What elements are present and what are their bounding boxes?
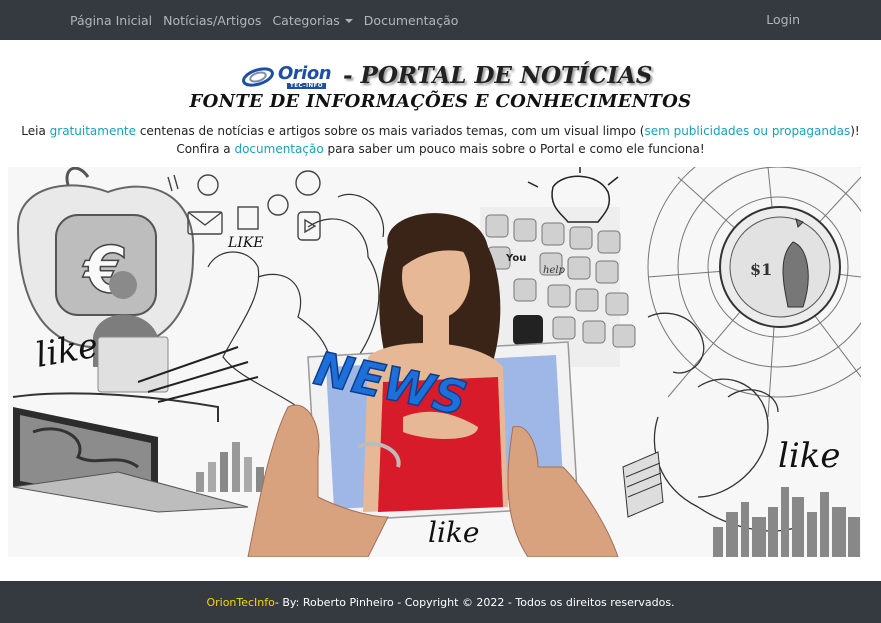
page-subtitle: FONTE DE INFORMAÇÕES E CONHECIMENTOS — [189, 91, 692, 112]
footer-brand: OrionTecInfo — [206, 595, 275, 609]
hero-banner-image: € You help $1 NEWS like LIKE like like — [8, 167, 861, 557]
top-navbar: Página Inicial Notícias/Artigos Categori… — [0, 0, 881, 40]
nav-home-link[interactable]: Página Inicial — [70, 13, 152, 28]
orion-swoosh-icon — [242, 67, 274, 87]
nav-docs-link[interactable]: Documentação — [364, 13, 459, 28]
intro-text: para saber um pouco mais sobre o Portal … — [323, 142, 705, 156]
intro-text: Leia — [21, 124, 50, 138]
banner-illustration: € You help $1 NEWS like LIKE like like — [8, 167, 861, 557]
intro-text: centenas de notícias e artigos sobre os … — [136, 124, 645, 138]
like-text: like — [428, 516, 479, 549]
intro-line-1: Leia gratuitamente centenas de notícias … — [0, 122, 881, 140]
docs-inline-link[interactable]: documentação — [234, 142, 323, 156]
caret-down-icon — [344, 19, 353, 23]
dollar-coin: $1 — [719, 206, 841, 328]
nav-categories-label: Categorias — [272, 12, 340, 28]
nav-news-link[interactable]: Notícias/Artigos — [163, 13, 261, 28]
logo-subtext: TEC-INFO — [287, 83, 327, 89]
nav-categories-dropdown[interactable]: Categorias — [272, 12, 353, 28]
footer-copyright: - By: Roberto Pinheiro - Copyright © 202… — [274, 595, 675, 609]
intro-line-2: Confira a documentação para saber um pou… — [0, 140, 881, 158]
no-ads-link[interactable]: sem publicidades ou propagandas — [644, 124, 850, 138]
page-title: - PORTAL DE NOTÍCIAS — [343, 62, 653, 89]
intro-text: Confira a — [176, 142, 235, 156]
intro-text: )! — [850, 124, 860, 138]
like-text: like — [778, 436, 840, 476]
svg-text:help: help — [543, 265, 566, 276]
logo-wordmark: Orion — [278, 63, 332, 84]
page-footer: OrionTecInfo - By: Roberto Pinheiro - Co… — [0, 581, 881, 623]
login-link[interactable]: Login — [766, 12, 800, 27]
like-text: LIKE — [227, 235, 264, 251]
page-header: Orion TEC-INFO - PORTAL DE NOTÍCIAS FONT… — [0, 58, 881, 118]
brand-logo[interactable]: Orion TEC-INFO — [240, 63, 332, 89]
free-link[interactable]: gratuitamente — [50, 124, 136, 138]
coin-value: $1 — [750, 260, 772, 279]
intro-paragraph: Leia gratuitamente centenas de notícias … — [0, 122, 881, 158]
svg-text:You: You — [505, 253, 526, 264]
